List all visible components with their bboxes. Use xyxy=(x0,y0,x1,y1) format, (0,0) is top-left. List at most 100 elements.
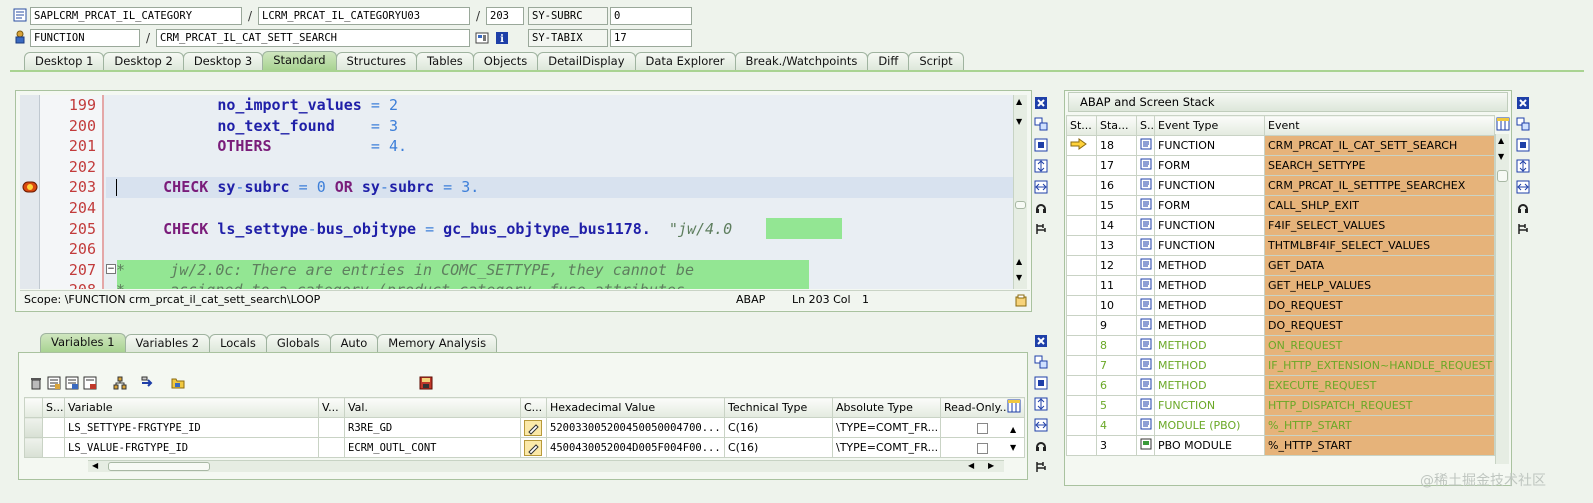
close-icon[interactable] xyxy=(1033,95,1049,111)
stack-event-cell[interactable]: SEARCH_SETTYPE xyxy=(1264,155,1495,176)
expand-horizontal-icon[interactable] xyxy=(1515,179,1531,195)
include-field[interactable]: LCRM_PRCAT_IL_CATEGORYU03 xyxy=(258,7,470,25)
stack-row[interactable]: 6 METHOD EXECUTE_REQUEST xyxy=(1066,375,1495,396)
tab-variables-1[interactable]: Variables 1 xyxy=(40,333,126,352)
stack-row[interactable]: 15 FORM CALL_SHLP_EXIT xyxy=(1066,195,1495,216)
tab-auto[interactable]: Auto xyxy=(329,334,379,352)
tab-globals[interactable]: Globals xyxy=(265,334,331,352)
fold-toggle-icon[interactable]: − xyxy=(106,264,116,274)
tab-desktop-2[interactable]: Desktop 2 xyxy=(103,52,184,70)
code-scroll-thumb[interactable] xyxy=(1015,201,1026,209)
folder-icon[interactable] xyxy=(170,375,186,391)
variables-scroll-down-icon[interactable]: ▼ xyxy=(1010,443,1016,452)
read-only-checkbox[interactable] xyxy=(977,422,988,434)
tab-diff[interactable]: Diff xyxy=(867,52,910,70)
stack-event-cell[interactable]: GET_HELP_VALUES xyxy=(1264,275,1495,296)
tab-tables[interactable]: Tables xyxy=(416,52,474,70)
stack-event-cell[interactable]: F4IF_SELECT_VALUES xyxy=(1264,215,1495,236)
stack-event-cell[interactable]: EXECUTE_REQUEST xyxy=(1264,375,1495,396)
close-icon[interactable] xyxy=(1515,95,1531,111)
stack-row[interactable]: 10 METHOD DO_REQUEST xyxy=(1066,295,1495,316)
stack-row[interactable]: 14 FUNCTION F4IF_SELECT_VALUES xyxy=(1066,215,1495,236)
load-variables-icon[interactable] xyxy=(64,375,80,391)
table-row[interactable]: LS_VALUE-FRGTYPE_ID ECRM_OUTL_CONT 4500430… xyxy=(24,437,1025,458)
swap-tool-icon[interactable] xyxy=(1033,354,1049,370)
stack-event-cell[interactable]: IF_HTTP_EXTENSION~HANDLE_REQUEST xyxy=(1264,355,1495,376)
tool-settings-icon[interactable] xyxy=(1033,459,1049,475)
stack-event-cell[interactable]: CALL_SHLP_EXIT xyxy=(1264,195,1495,216)
column-header[interactable]: S... xyxy=(42,397,65,418)
column-header[interactable]: Absolute Type xyxy=(832,397,941,418)
stack-row[interactable]: 12 METHOD GET_DATA xyxy=(1066,255,1495,276)
code-vertical-scrollbar[interactable]: ▲ ▼ ▲ ▼ xyxy=(1013,95,1027,289)
breakpoint-icon[interactable] xyxy=(22,179,38,195)
tool-settings-icon[interactable] xyxy=(1033,221,1049,237)
services-icon[interactable] xyxy=(1033,200,1049,216)
stack-scroll-thumb[interactable] xyxy=(1497,170,1508,182)
column-header[interactable]: Hexadecimal Value xyxy=(546,397,725,418)
maximize-icon[interactable] xyxy=(1033,137,1049,153)
save-icon[interactable] xyxy=(418,375,434,391)
stack-row[interactable]: 8 METHOD ON_REQUEST xyxy=(1066,335,1495,356)
tab-objects[interactable]: Objects xyxy=(472,52,539,70)
column-layout-icon[interactable] xyxy=(1006,398,1022,414)
expand-vertical-icon[interactable] xyxy=(1033,396,1049,412)
stack-row[interactable]: 16 FUNCTION CRM_PRCAT_IL_SETTTPE_SEARCHEX xyxy=(1066,175,1495,196)
hierarchy-icon[interactable] xyxy=(112,375,128,391)
stack-row[interactable]: 11 METHOD GET_HELP_VALUES xyxy=(1066,275,1495,296)
stack-row[interactable]: 17 FORM SEARCH_SETTYPE xyxy=(1066,155,1495,176)
scroll-up-icon[interactable]: ▲ xyxy=(1016,97,1022,106)
stack-event-cell[interactable]: %_HTTP_START xyxy=(1264,435,1495,456)
column-header[interactable]: Variable xyxy=(64,397,319,418)
scroll-right-icon[interactable]: ▶ xyxy=(988,461,994,470)
expand-horizontal-icon[interactable] xyxy=(1033,179,1049,195)
delete-icon[interactable] xyxy=(28,375,44,391)
tab-locals[interactable]: Locals xyxy=(209,334,267,352)
variables-scroll-up-icon[interactable]: ▲ xyxy=(1010,425,1016,434)
editor-settings-icon[interactable] xyxy=(1013,293,1029,309)
event-type-field[interactable]: FUNCTION xyxy=(30,29,140,47)
scroll-left-icon[interactable]: ◀ xyxy=(92,461,98,470)
variable-name-cell[interactable]: LS_VALUE-FRGTYPE_ID xyxy=(64,437,319,458)
stack-column-header[interactable]: Sta... xyxy=(1096,115,1137,136)
scroll-up-icon[interactable]: ▲ xyxy=(1498,136,1504,145)
swap-tool-icon[interactable] xyxy=(1033,116,1049,132)
stack-row[interactable]: 18 FUNCTION CRM_PRCAT_IL_CAT_SETT_SEARCH xyxy=(1066,135,1495,156)
row-selector[interactable] xyxy=(24,417,43,438)
value-cell[interactable]: ECRM_OUTL_CONT xyxy=(344,437,521,458)
event-name-field[interactable]: CRM_PRCAT_IL_CAT_SETT_SEARCH xyxy=(156,29,470,47)
tool-settings-icon[interactable] xyxy=(1515,221,1531,237)
info-icon[interactable]: i xyxy=(494,30,510,46)
maximize-icon[interactable] xyxy=(1033,375,1049,391)
stack-row[interactable]: 7 METHOD IF_HTTP_EXTENSION~HANDLE_REQUEST xyxy=(1066,355,1495,376)
expand-vertical-icon[interactable] xyxy=(1515,158,1531,174)
stack-event-cell[interactable]: HTTP_DISPATCH_REQUEST xyxy=(1264,395,1495,416)
detail-view-icon[interactable] xyxy=(46,375,62,391)
scroll-left-icon[interactable]: ◀ xyxy=(968,461,974,470)
tab-standard[interactable]: Standard xyxy=(262,51,337,70)
variable-name-cell[interactable]: LS_SETTYPE-FRGTYPE_ID xyxy=(64,417,319,438)
column-header[interactable]: V... xyxy=(318,397,345,418)
read-only-checkbox[interactable] xyxy=(977,442,988,454)
stack-column-header[interactable]: Event Type xyxy=(1154,115,1265,136)
stack-column-header[interactable]: St... xyxy=(1066,115,1097,136)
value-cell[interactable]: R3RE_GD xyxy=(344,417,521,438)
close-icon[interactable] xyxy=(1033,333,1049,349)
stack-event-cell[interactable]: CRM_PRCAT_IL_SETTTPE_SEARCHEX xyxy=(1264,175,1495,196)
tab-structures[interactable]: Structures xyxy=(335,52,418,70)
program-field[interactable]: SAPLCRM_PRCAT_IL_CATEGORY xyxy=(30,7,242,25)
row-selector[interactable] xyxy=(24,437,43,458)
stack-column-layout-icon[interactable] xyxy=(1495,116,1511,132)
stack-column-header[interactable]: S... xyxy=(1136,115,1155,136)
services-icon[interactable] xyxy=(1033,438,1049,454)
tabix-value[interactable]: 17 xyxy=(610,29,692,47)
column-header[interactable]: Val. xyxy=(344,397,521,418)
subrc-value[interactable]: 0 xyxy=(610,7,692,25)
swap-tool-icon[interactable] xyxy=(1515,116,1531,132)
stack-event-cell[interactable]: DO_REQUEST xyxy=(1264,295,1495,316)
change-value-cell[interactable] xyxy=(520,437,547,458)
maximize-icon[interactable] xyxy=(1515,137,1531,153)
save-variables-icon[interactable] xyxy=(82,375,98,391)
stack-row[interactable]: 13 FUNCTION THTMLBF4IF_SELECT_VALUES xyxy=(1066,235,1495,256)
stack-row[interactable]: 5 FUNCTION HTTP_DISPATCH_REQUEST xyxy=(1066,395,1495,416)
